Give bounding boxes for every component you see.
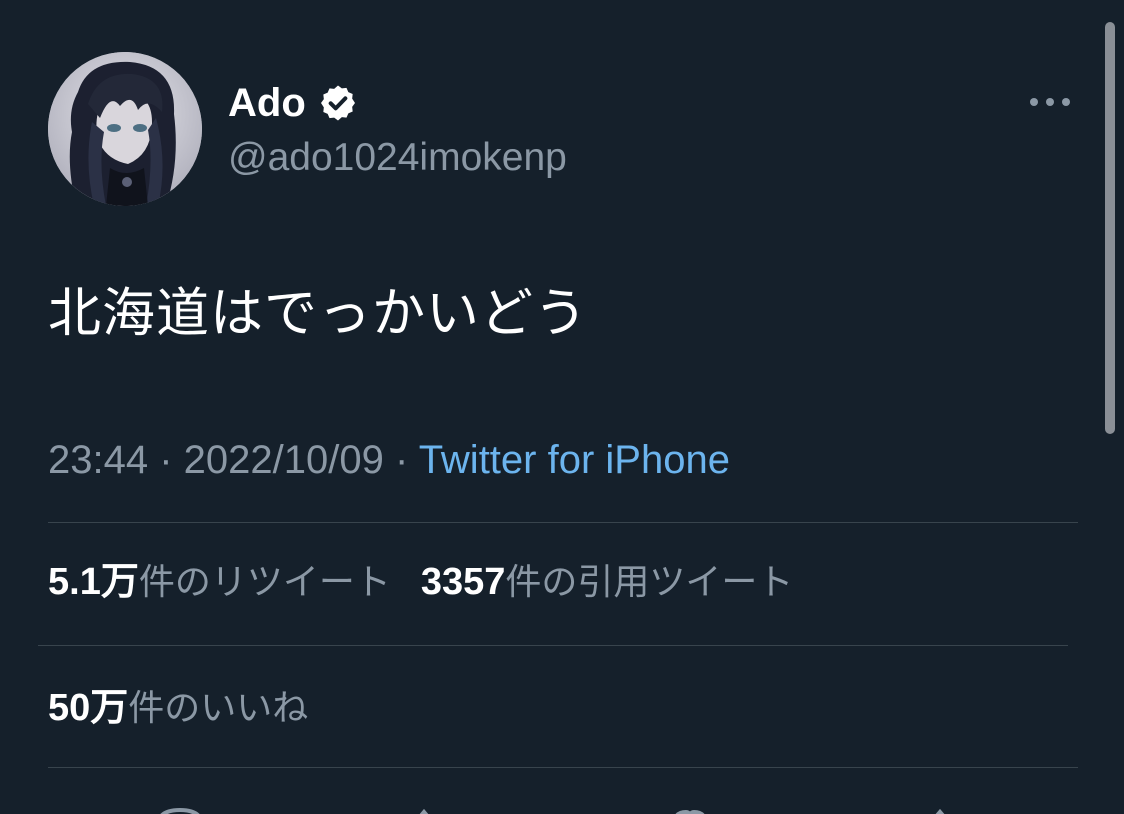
tweet-meta: 23:44 · 2022/10/09 · Twitter for iPhone (48, 434, 730, 486)
divider (48, 767, 1078, 768)
retweet-count: 5.1万 (48, 561, 139, 603)
scrollbar[interactable] (1105, 22, 1115, 434)
quotes-stat[interactable]: 3357件の引用ツイート (421, 556, 794, 609)
quote-count: 3357 (420, 561, 506, 603)
more-options-icon[interactable] (1026, 90, 1074, 114)
retweet-label: 件のリツイート (138, 562, 391, 603)
meta-separator: · (383, 438, 419, 482)
avatar[interactable] (48, 52, 202, 206)
tweet-text: 北海道はでっかいどう (48, 283, 588, 344)
like-count: 50万 (48, 687, 129, 729)
quote-label: 件の引用ツイート (505, 562, 794, 603)
likes-stat[interactable]: 50万件のいいね (48, 682, 308, 735)
stats-row: 5.1万件のリツイート 3357件の引用ツイート (48, 556, 823, 609)
retweet-icon[interactable] (400, 804, 460, 814)
tweet-date: 2022/10/09 (183, 438, 384, 482)
tweet-time: 23:44 (48, 438, 149, 482)
avatar-image (48, 52, 202, 206)
verified-badge-icon (318, 83, 358, 123)
retweets-stat[interactable]: 5.1万件のリツイート (48, 556, 391, 609)
like-icon[interactable] (660, 804, 720, 814)
tweet-source-link[interactable]: Twitter for iPhone (419, 438, 730, 482)
reply-icon[interactable] (150, 804, 210, 814)
author-name-row[interactable]: Ado (228, 80, 358, 126)
author-handle[interactable]: @ado1024imokenp (228, 134, 567, 182)
divider (38, 645, 1068, 646)
meta-separator: · (148, 438, 184, 482)
divider (48, 522, 1078, 523)
share-icon[interactable] (910, 804, 970, 814)
tweet-detail: Ado @ado1024imokenp 北海道はでっかいどう 23:44 · 2… (0, 0, 1124, 814)
author-display-name[interactable]: Ado (228, 80, 306, 126)
like-label: 件のいいね (128, 688, 309, 729)
action-bar (0, 790, 1124, 814)
